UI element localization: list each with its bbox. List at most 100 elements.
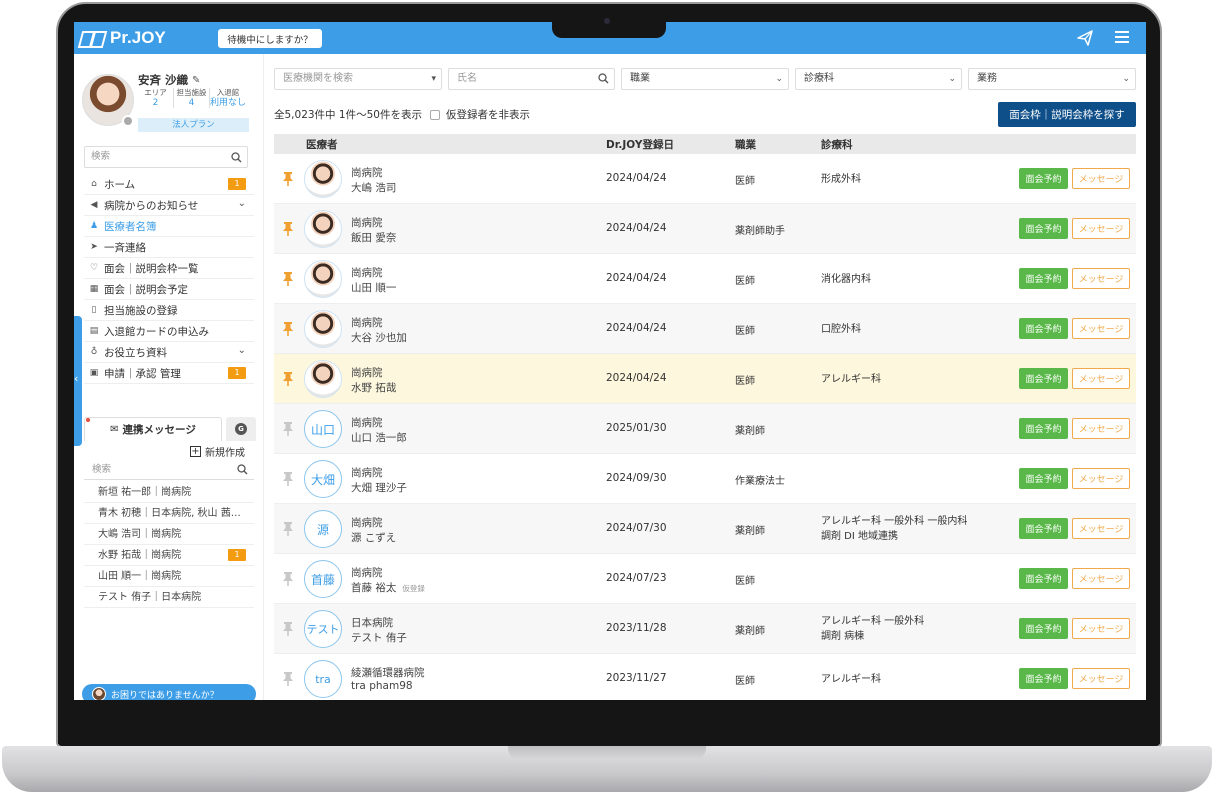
pin-icon[interactable] (282, 221, 294, 237)
sidebar-item-broadcast[interactable]: ➤ 一斉連絡 (84, 237, 254, 258)
table-row[interactable]: 源 崗病院 源 こずえ 2024/07/30 薬剤師 アレルギー科 一般外科 一… (274, 504, 1136, 554)
message-button[interactable]: メッセージ (1072, 468, 1130, 489)
staff-avatar[interactable]: 大畑 (304, 460, 342, 498)
meeting-reservation-button[interactable]: 面会予約 (1019, 168, 1068, 189)
pin-icon[interactable] (282, 621, 294, 637)
message-button[interactable]: メッセージ (1072, 268, 1130, 289)
message-button[interactable]: メッセージ (1072, 318, 1130, 339)
contact-item[interactable]: テスト 侑子｜日本病院 (84, 587, 254, 608)
pin-icon[interactable] (282, 321, 294, 337)
tab-linked-messages[interactable]: ✉ 連携メッセージ (84, 417, 222, 441)
work-select[interactable]: 業務 ⌄ (968, 68, 1136, 90)
message-search-input[interactable]: 検索 (84, 460, 254, 480)
table-row[interactable]: 大畑 崗病院 大畑 理沙子 2024/09/30 作業療法士 面会予約 メッセー… (274, 454, 1136, 504)
message-button[interactable]: メッセージ (1072, 368, 1130, 389)
meeting-reservation-button[interactable]: 面会予約 (1019, 518, 1068, 539)
staff-avatar[interactable] (304, 260, 342, 298)
staff-name[interactable]: 飯田 愛奈 (351, 230, 396, 245)
meeting-reservation-button[interactable]: 面会予約 (1019, 418, 1068, 439)
message-button[interactable]: メッセージ (1072, 568, 1130, 589)
message-button[interactable]: メッセージ (1072, 618, 1130, 639)
sidebar-item-hospital-news[interactable]: ◀ 病院からのお知らせ ⌄ (84, 195, 254, 216)
job-select[interactable]: 職業 ⌄ (621, 68, 789, 90)
stat-area[interactable]: エリア 2 (138, 88, 174, 108)
message-button[interactable]: メッセージ (1072, 218, 1130, 239)
contact-item[interactable]: 水野 拓哉｜崗病院 1 (84, 545, 254, 566)
sidebar-item-meeting-slots[interactable]: ♡ 面会｜説明会枠一覧 (84, 258, 254, 279)
pin-icon[interactable] (282, 171, 294, 187)
pin-icon[interactable] (282, 471, 294, 487)
staff-avatar[interactable] (304, 160, 342, 198)
tab-group[interactable]: G (226, 417, 256, 441)
header-job[interactable]: 職業 (735, 137, 756, 152)
staff-name[interactable]: 山口 浩一郎 (351, 430, 407, 445)
sidebar-collapse-handle[interactable]: ‹ (74, 316, 82, 446)
table-row[interactable]: 崗病院 山田 順一 2024/04/24 医師 消化器内科 面会予約 メッセージ (274, 254, 1136, 304)
staff-name[interactable]: 源 こずえ (351, 530, 396, 545)
meeting-reservation-button[interactable]: 面会予約 (1019, 668, 1068, 689)
sidebar-item-medical-directory[interactable]: ♟ 医療者名簿 (84, 216, 254, 237)
staff-avatar[interactable]: 山口 (304, 410, 342, 448)
message-button[interactable]: メッセージ (1072, 668, 1130, 689)
avatar-camera-icon[interactable] (122, 115, 134, 127)
hamburger-menu-icon[interactable] (1115, 31, 1129, 43)
pin-icon[interactable] (282, 571, 294, 587)
stat-facilities[interactable]: 担当施設 4 (174, 88, 210, 108)
paper-plane-icon[interactable] (1077, 30, 1093, 46)
app-logo[interactable]: Pr.JOY (80, 27, 166, 49)
message-button[interactable]: メッセージ (1072, 518, 1130, 539)
sidebar-search-input[interactable]: 検索 (84, 146, 248, 168)
pin-icon[interactable] (282, 421, 294, 437)
meeting-reservation-button[interactable]: 面会予約 (1019, 568, 1068, 589)
sidebar-item-home[interactable]: ⌂ ホーム 1 (84, 174, 254, 195)
department-select[interactable]: 診療科 ⌄ (795, 68, 962, 90)
sidebar-item-entry-card[interactable]: ▤ 入退館カードの申込み (84, 321, 254, 342)
staff-name[interactable]: テスト 侑子 (351, 630, 407, 645)
sidebar-item-meeting-schedule[interactable]: ▦ 面会｜説明会予定 (84, 279, 254, 300)
pin-icon[interactable] (282, 521, 294, 537)
table-row[interactable]: 崗病院 大嶋 浩司 2024/04/24 医師 形成外科 面会予約 メッセージ (274, 154, 1136, 204)
header-person[interactable]: 医療者 (306, 137, 338, 152)
standby-button[interactable]: 待機中にしますか？ (218, 29, 322, 48)
help-button[interactable]: お困りではありませんか？ (82, 684, 256, 700)
contact-item[interactable]: 山田 順一｜崗病院 (84, 566, 254, 587)
table-row[interactable]: 首藤 崗病院 首藤 裕太 仮登録 2024/07/23 医師 面会予約 メッセージ (274, 554, 1136, 604)
meeting-reservation-button[interactable]: 面会予約 (1019, 368, 1068, 389)
sidebar-item-resources[interactable]: ♁ お役立ち資料 ⌄ (84, 342, 254, 363)
new-message-button[interactable]: + 新規作成 (190, 444, 245, 459)
staff-avatar[interactable] (304, 360, 342, 398)
hide-provisional-label[interactable]: 仮登録者を非表示 (446, 107, 530, 122)
meeting-reservation-button[interactable]: 面会予約 (1019, 618, 1068, 639)
header-date[interactable]: Dr.JOY登録日 (606, 137, 674, 152)
staff-name[interactable]: 大谷 沙也加 (351, 330, 407, 345)
name-search-input[interactable]: 氏名 (448, 68, 615, 90)
staff-name[interactable]: 山田 順一 (351, 280, 396, 295)
sidebar-item-facility-register[interactable]: ▯ 担当施設の登録 (84, 300, 254, 321)
pin-icon[interactable] (282, 671, 294, 687)
message-button[interactable]: メッセージ (1072, 418, 1130, 439)
meeting-reservation-button[interactable]: 面会予約 (1019, 218, 1068, 239)
table-row[interactable]: 山口 崗病院 山口 浩一郎 2025/01/30 薬剤師 面会予約 メッセージ (274, 404, 1136, 454)
stat-entry[interactable]: 入退館 利用なし (210, 88, 246, 108)
table-row[interactable]: 崗病院 大谷 沙也加 2024/04/24 医師 口腔外科 面会予約 メッセージ (274, 304, 1136, 354)
search-icon[interactable] (237, 464, 248, 475)
search-icon[interactable] (598, 73, 609, 84)
staff-name[interactable]: 水野 拓哉 (351, 380, 396, 395)
staff-name[interactable]: 首藤 裕太 仮登録 (351, 580, 425, 595)
staff-avatar[interactable] (304, 310, 342, 348)
table-row[interactable]: 崗病院 飯田 愛奈 2024/04/24 薬剤師助手 面会予約 メッセージ (274, 204, 1136, 254)
staff-avatar[interactable]: tra (304, 660, 342, 698)
institution-search-select[interactable]: 医療機関を検索 ▾ (274, 68, 442, 90)
contact-item[interactable]: 青木 初穂｜日本病院, 秋山 茜… (84, 503, 254, 524)
contact-item[interactable]: 大嶋 浩司｜崗病院 (84, 524, 254, 545)
header-dept[interactable]: 診療科 (821, 137, 853, 152)
staff-name[interactable]: 大畑 理沙子 (351, 480, 407, 495)
hide-provisional-checkbox[interactable] (429, 109, 440, 120)
contact-item[interactable]: 新垣 祐一郎｜崗病院 (84, 482, 254, 503)
table-row[interactable]: 崗病院 水野 拓哉 2024/04/24 医師 アレルギー科 面会予約 メッセー… (274, 354, 1136, 404)
staff-name[interactable]: tra pham98 (351, 680, 413, 692)
pin-icon[interactable] (282, 271, 294, 287)
meeting-reservation-button[interactable]: 面会予約 (1019, 468, 1068, 489)
pin-icon[interactable] (282, 371, 294, 387)
staff-avatar[interactable]: 源 (304, 510, 342, 548)
